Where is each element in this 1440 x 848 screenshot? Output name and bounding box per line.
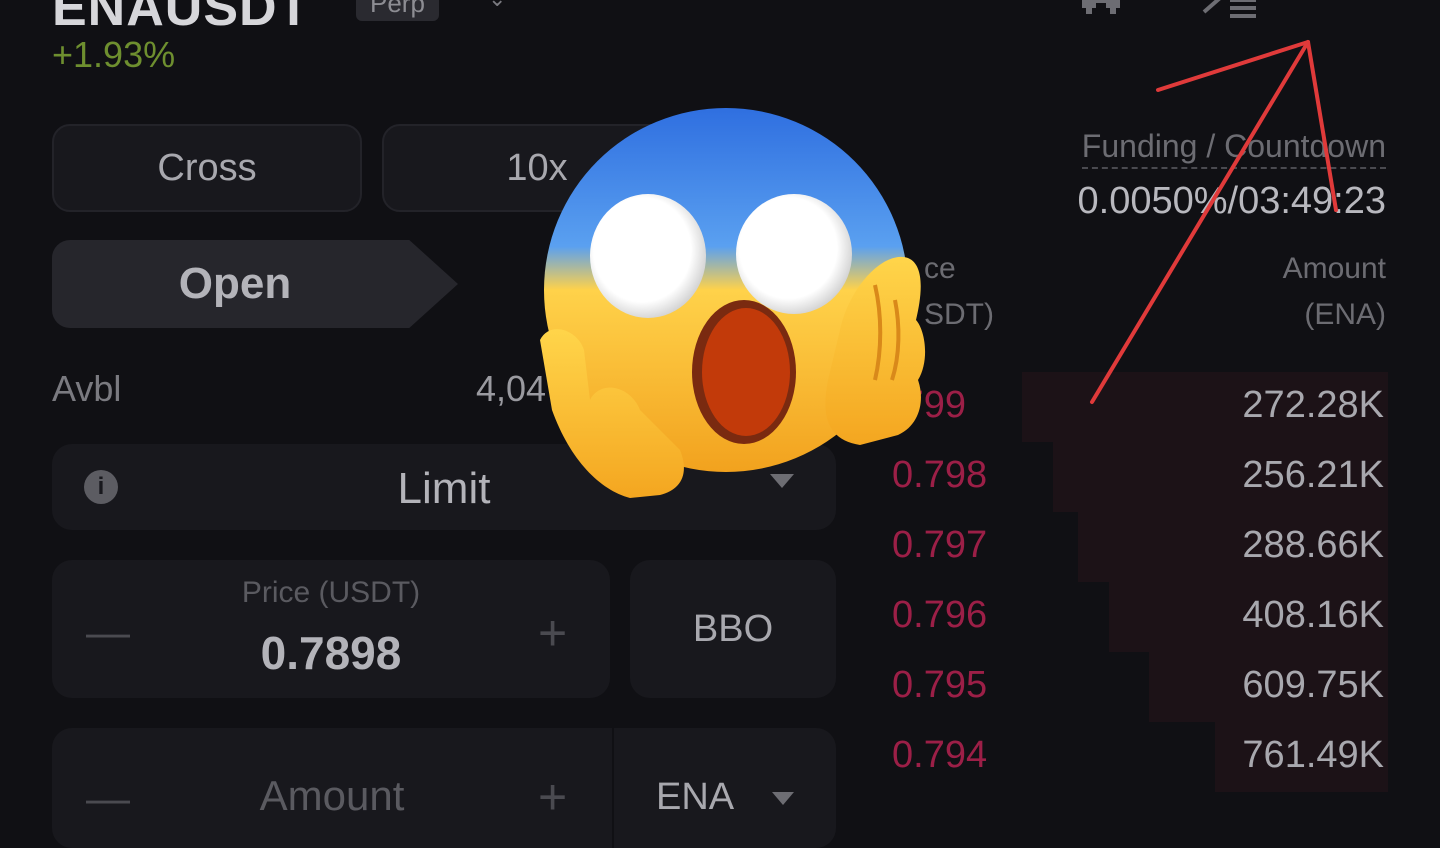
orderbook-row[interactable]: 0.795 609.75K bbox=[880, 652, 1388, 722]
bbo-button[interactable]: BBO bbox=[630, 560, 836, 698]
ask-price: 0.795 bbox=[892, 664, 988, 706]
price-field-label: Price (USDT) bbox=[241, 576, 421, 609]
chevron-down-icon[interactable]: ⌄ bbox=[488, 0, 506, 12]
ask-amount: 609.75K bbox=[1242, 664, 1384, 706]
bbo-label: BBO bbox=[692, 607, 774, 650]
screaming-face-emoji bbox=[530, 80, 950, 510]
tab-open-label: Open bbox=[178, 259, 292, 308]
ask-amount: 408.16K bbox=[1242, 594, 1384, 636]
margin-mode-button[interactable]: Cross bbox=[52, 124, 362, 212]
dropdown-triangle-icon bbox=[772, 792, 794, 805]
ask-amount: 761.49K bbox=[1242, 734, 1384, 776]
orderbook-row[interactable]: 0.797 288.66K bbox=[880, 512, 1388, 582]
candlestick-chart-icon[interactable] bbox=[1080, 0, 1134, 26]
price-input[interactable]: 0.7898 bbox=[52, 626, 610, 680]
menu-list-icon[interactable] bbox=[1202, 0, 1258, 28]
contract-type-badge: Perp bbox=[356, 0, 439, 21]
margin-mode-label: Cross bbox=[157, 146, 257, 189]
increase-amount-button[interactable]: + bbox=[538, 768, 567, 826]
amount-unit-select[interactable]: ENA bbox=[656, 776, 734, 819]
orderbook-row[interactable]: 0.796 408.16K bbox=[880, 582, 1388, 652]
ask-price: 0.794 bbox=[892, 734, 988, 776]
price-field[interactable]: — Price (USDT) 0.7898 + bbox=[52, 560, 610, 698]
field-divider bbox=[612, 728, 614, 848]
amount-input[interactable]: Amount bbox=[52, 772, 612, 820]
tab-open[interactable]: Open bbox=[52, 240, 458, 328]
orderbook-row[interactable]: 0.798 256.21K bbox=[880, 442, 1388, 512]
orderbook-row[interactable]: 0.794 761.49K bbox=[880, 722, 1388, 792]
ask-price: 0.796 bbox=[892, 594, 988, 636]
available-label: Avbl bbox=[52, 368, 122, 409]
ask-price: 0.797 bbox=[892, 524, 988, 566]
symbol-title[interactable]: ENAUSDT bbox=[52, 0, 310, 38]
ask-amount: 256.21K bbox=[1242, 454, 1384, 496]
amount-field[interactable]: — Amount + ENA bbox=[52, 728, 836, 848]
price-change-percent: +1.93% bbox=[52, 34, 176, 75]
increase-price-button[interactable]: + bbox=[538, 604, 567, 662]
annotation-arrow bbox=[1080, 30, 1360, 410]
ask-amount: 288.66K bbox=[1242, 524, 1384, 566]
